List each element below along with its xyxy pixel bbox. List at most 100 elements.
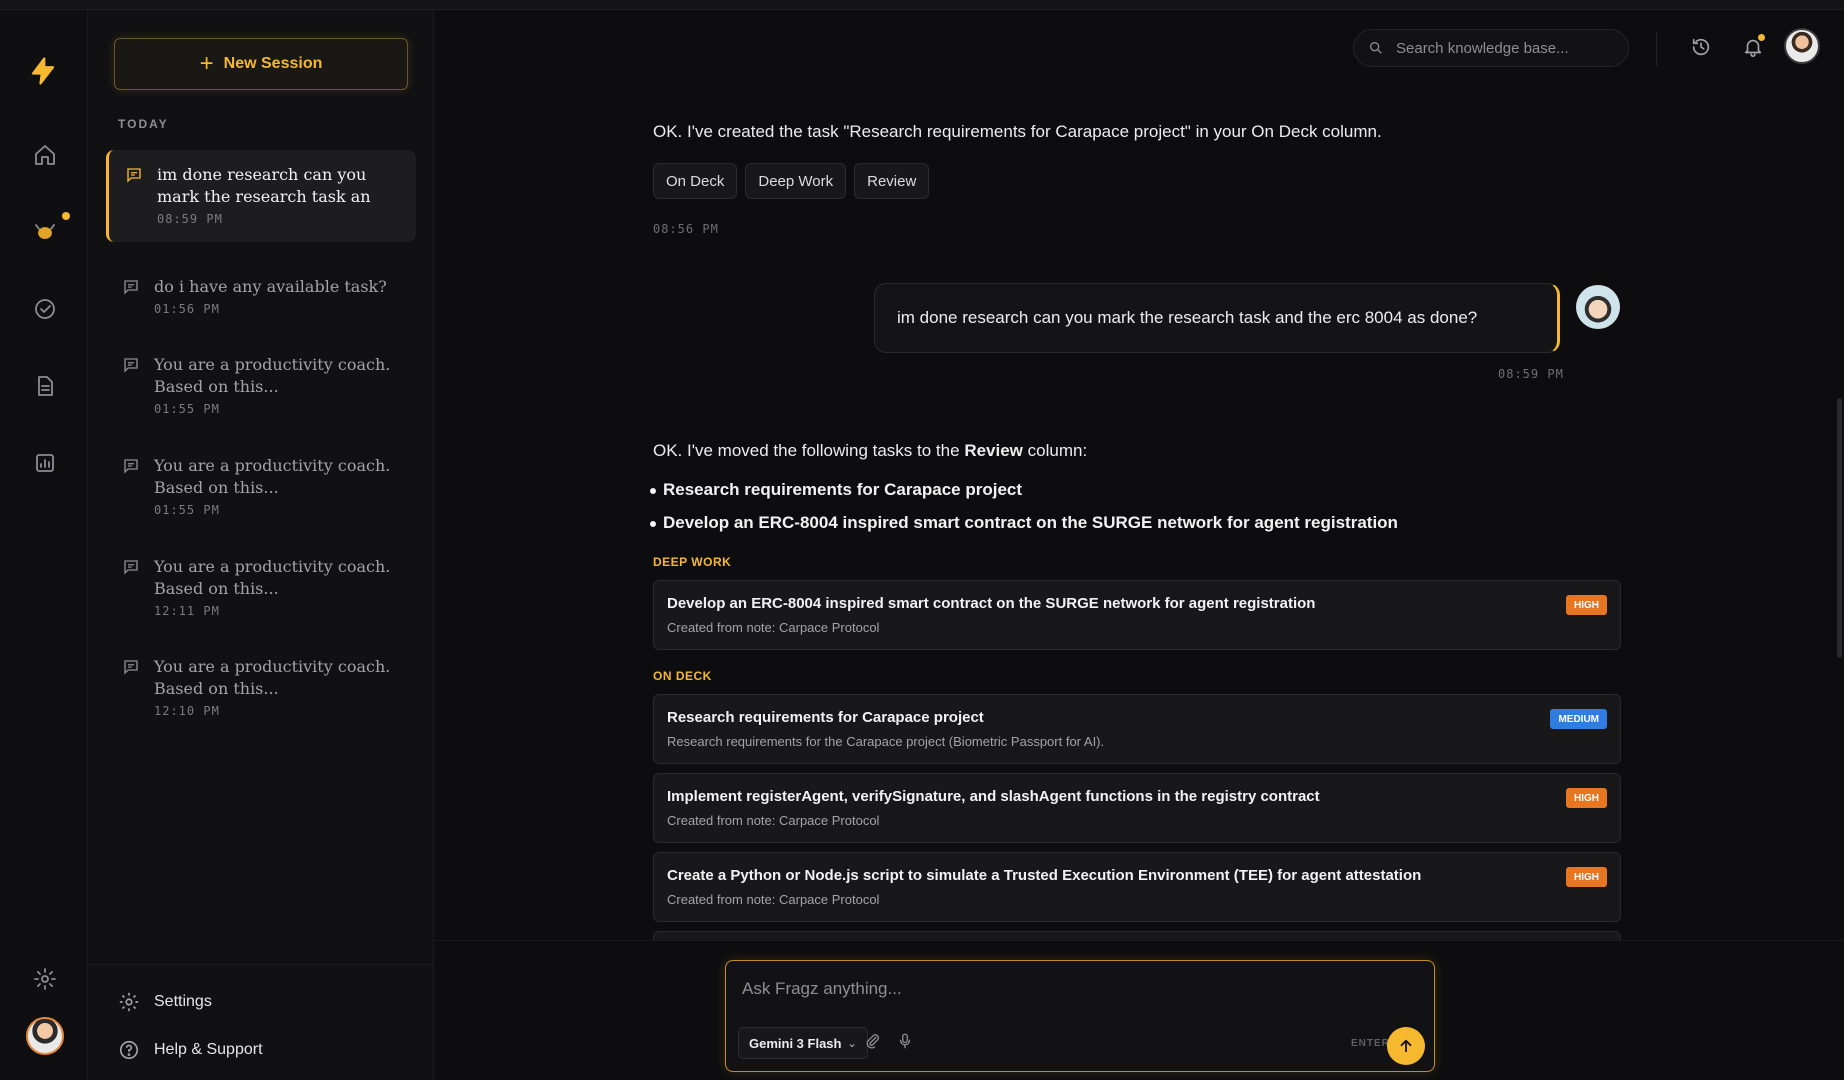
chat-main: Search knowledge base... OK. I've create… [434, 10, 1844, 1080]
settings-link[interactable]: Settings [118, 991, 212, 1013]
section-label-deep-work: DEEP WORK [653, 555, 732, 569]
help-label: Help & Support [154, 1041, 263, 1058]
priority-badge: MEDIUM [1550, 709, 1607, 729]
session-time: 01:55 PM [154, 402, 220, 416]
search-icon [1370, 42, 1382, 54]
ai-message-bold: Review [964, 441, 1023, 460]
search-input[interactable]: Search knowledge base... [1353, 29, 1629, 67]
priority-badge: HIGH [1566, 867, 1607, 887]
chat-icon [122, 558, 142, 576]
notification-dot [1758, 34, 1765, 41]
model-select[interactable]: Gemini 3 Flash ⌄ [738, 1027, 868, 1059]
gear-icon[interactable] [28, 962, 62, 996]
quick-reply-chips: On Deck Deep Work Review [653, 163, 930, 199]
task-card[interactable]: Create a Python or Node.js script to sim… [653, 852, 1621, 922]
search-placeholder: Search knowledge base... [1396, 39, 1569, 57]
section-label-today: TODAY [118, 117, 169, 131]
moved-task-list: Research requirements for Carapace proje… [650, 480, 1398, 546]
gear-icon [119, 992, 139, 1012]
chip-review[interactable]: Review [854, 163, 930, 199]
check-circle-icon[interactable] [28, 292, 62, 326]
notification-dot [62, 212, 70, 220]
task-subtitle: Research requirements for the Carapace p… [667, 734, 1105, 749]
bell-icon[interactable] [1742, 34, 1766, 60]
list-item: Research requirements for Carapace proje… [650, 480, 1398, 500]
analytics-icon[interactable] [28, 446, 62, 480]
session-time: 12:10 PM [154, 704, 220, 718]
settings-label: Settings [154, 993, 212, 1010]
task-title: Create a Python or Node.js script to sim… [667, 867, 1422, 884]
chat-icon [125, 166, 145, 184]
section-label-on-deck: ON DECK [653, 669, 712, 683]
user-message-avatar [1576, 285, 1620, 329]
plus-icon: + [199, 50, 214, 77]
new-session-button[interactable]: + New Session [114, 38, 408, 90]
message-composer[interactable]: Ask Fragz anything... Gemini 3 Flash ⌄ E… [725, 960, 1435, 1072]
composer-input[interactable]: Ask Fragz anything... [742, 979, 902, 999]
send-button[interactable] [1387, 1027, 1425, 1065]
session-title: You are a productivity coach. Based on t… [154, 557, 391, 598]
user-message-text: im done research can you mark the resear… [897, 308, 1478, 327]
chat-icon [122, 356, 142, 374]
session-title: You are a productivity coach. Based on t… [154, 456, 391, 497]
new-session-label: New Session [223, 55, 323, 72]
session-time: 01:55 PM [154, 503, 220, 517]
chevron-down-icon: ⌄ [847, 1037, 857, 1050]
priority-badge: HIGH [1566, 595, 1607, 615]
task-subtitle: Created from note: Carpace Protocol [667, 813, 880, 828]
task-subtitle: Created from note: Carpace Protocol [667, 620, 880, 635]
chat-icon [122, 658, 142, 676]
help-support-link[interactable]: Help & Support [118, 1039, 263, 1061]
ai-message-text: OK. I've created the task "Research requ… [653, 122, 1382, 141]
arrow-up-icon [1400, 1039, 1412, 1053]
user-message-bubble: im done research can you mark the resear… [874, 283, 1560, 353]
profile-avatar[interactable] [1784, 28, 1820, 64]
home-icon[interactable] [28, 138, 62, 172]
session-item[interactable]: You are a productivity coach. Based on t… [106, 340, 416, 432]
session-sidebar: + New Session TODAY im done research can… [88, 10, 434, 1080]
session-title: im done research can you mark the resear… [157, 165, 371, 206]
icon-rail [0, 10, 88, 1080]
list-item: Develop an ERC-8004 inspired smart contr… [650, 513, 1398, 532]
session-item[interactable]: im done research can you mark the resear… [106, 150, 416, 242]
session-time: 08:59 PM [157, 212, 223, 226]
agent-bee-icon[interactable] [28, 212, 70, 248]
session-title: do i have any available task? [154, 277, 387, 296]
help-icon [119, 1040, 139, 1060]
session-item[interactable]: You are a productivity coach. Based on t… [106, 441, 416, 533]
enter-hint: ENTER [1351, 1038, 1390, 1049]
task-card[interactable]: Research requirements for Carapace proje… [653, 694, 1621, 764]
task-title: Research requirements for Carapace proje… [667, 709, 984, 726]
window-title-strip [0, 0, 1844, 10]
user-avatar[interactable] [26, 1017, 64, 1055]
document-icon[interactable] [28, 369, 62, 403]
task-title: Develop an ERC-8004 inspired smart contr… [667, 595, 1316, 612]
message-time: 08:59 PM [1498, 367, 1564, 381]
session-item[interactable]: You are a productivity coach. Based on t… [106, 542, 416, 634]
ai-message-prefix: OK. I've moved the following tasks to th… [653, 441, 960, 460]
session-title: You are a productivity coach. Based on t… [154, 657, 391, 698]
microphone-icon[interactable] [896, 1032, 918, 1054]
message-time: 08:56 PM [653, 222, 719, 236]
task-card[interactable]: Develop an ERC-8004 inspired smart contr… [653, 580, 1621, 650]
history-icon[interactable] [1690, 36, 1714, 60]
ai-message-text: OK. I've moved the following tasks to th… [653, 441, 1087, 461]
header-divider [1656, 32, 1657, 66]
chip-on-deck[interactable]: On Deck [653, 163, 738, 199]
model-label: Gemini 3 Flash [749, 1035, 842, 1051]
session-time: 12:11 PM [154, 604, 220, 618]
task-title: Implement registerAgent, verifySignature… [667, 788, 1320, 805]
task-card[interactable]: Implement registerAgent, verifySignature… [653, 773, 1621, 843]
sidebar-footer: Settings Help & Support [88, 964, 434, 1080]
session-title: You are a productivity coach. Based on t… [154, 355, 391, 396]
bolt-logo-icon[interactable] [26, 54, 60, 88]
scrollbar[interactable] [1837, 398, 1842, 658]
ai-message-suffix: column: [1027, 441, 1088, 460]
session-item[interactable]: You are a productivity coach. Based on t… [106, 642, 416, 734]
priority-badge: HIGH [1566, 788, 1607, 808]
session-item[interactable]: do i have any available task? 01:56 PM [106, 262, 416, 332]
chip-deep-work[interactable]: Deep Work [745, 163, 847, 199]
chat-icon [122, 457, 142, 475]
paperclip-icon[interactable] [864, 1032, 886, 1054]
session-time: 01:56 PM [154, 302, 220, 316]
